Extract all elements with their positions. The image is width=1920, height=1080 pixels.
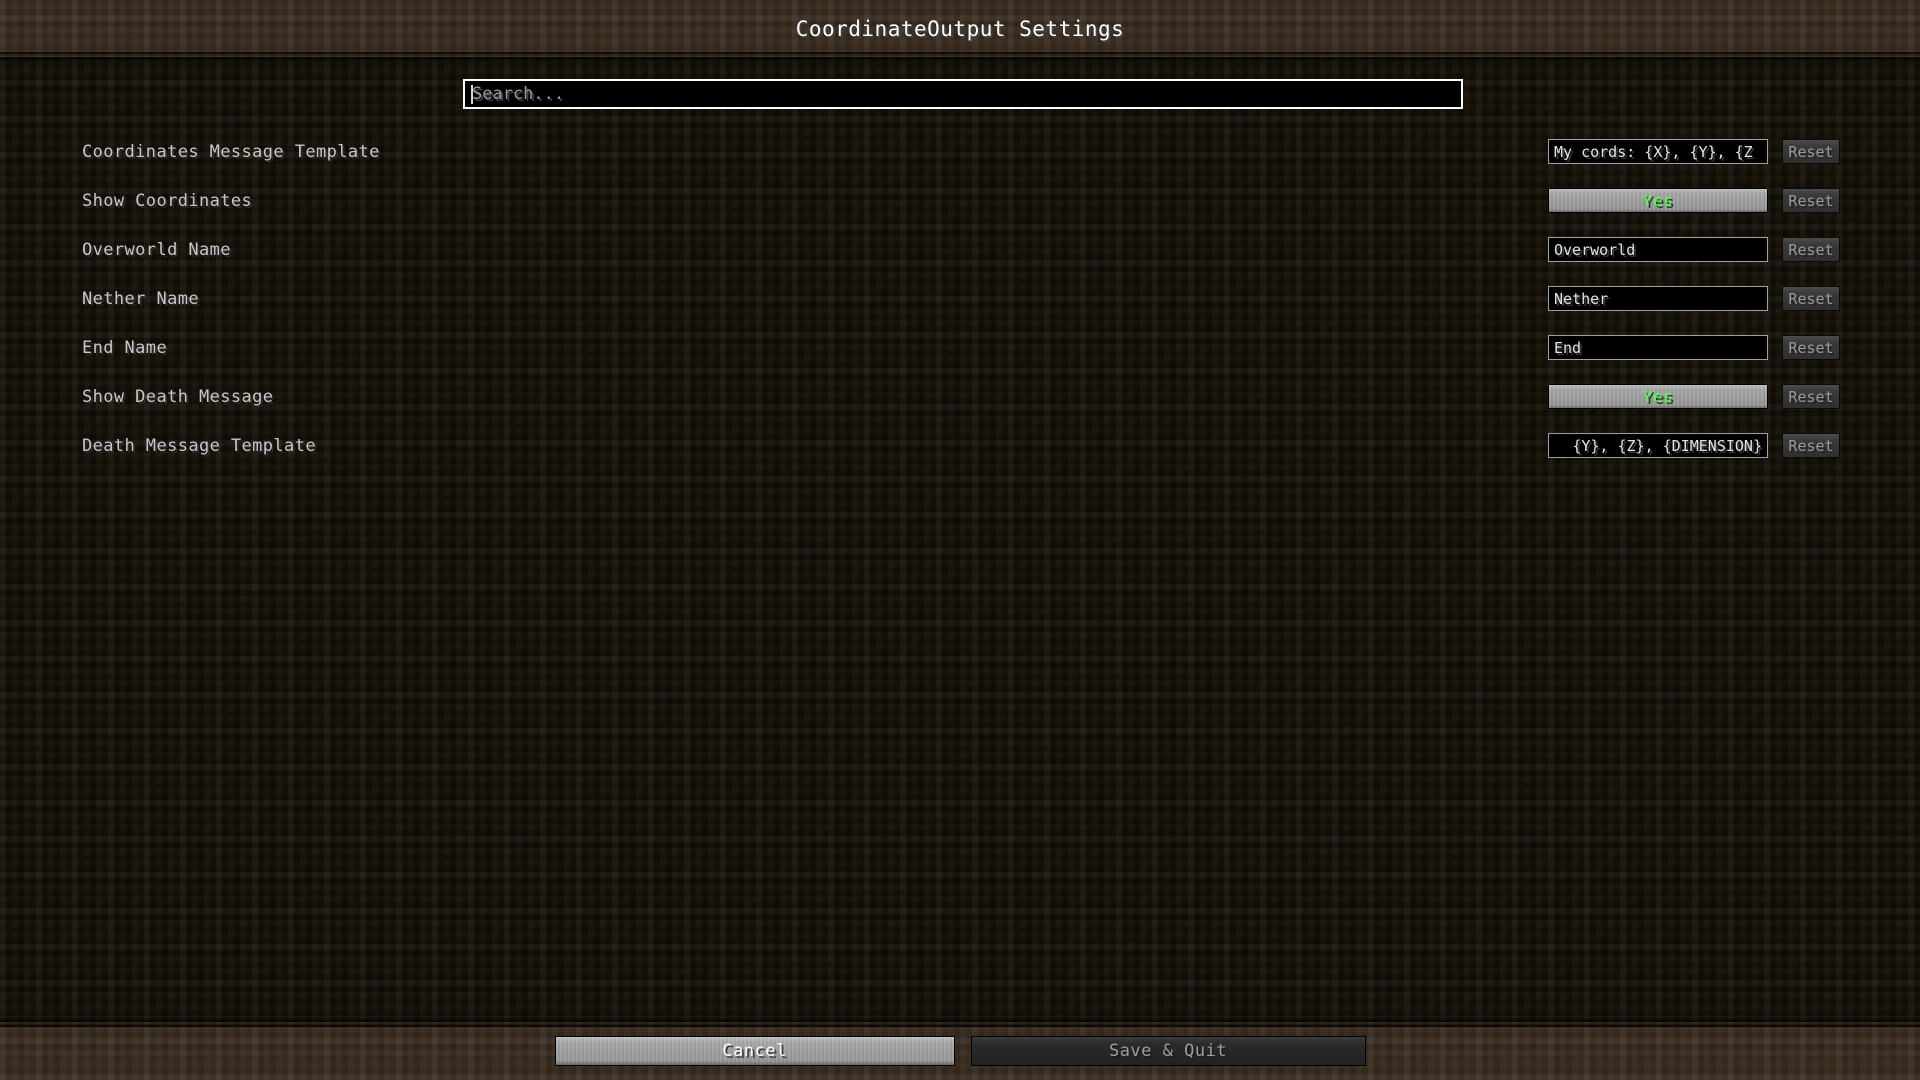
toggle-button[interactable]: Yes <box>1548 384 1768 409</box>
footer-bar: Cancel Save & Quit <box>0 1022 1920 1080</box>
reset-button[interactable]: Reset <box>1782 384 1840 409</box>
toggle-value: Yes <box>1642 191 1674 210</box>
option-row: Show Coordinates Yes Reset <box>0 188 1920 213</box>
option-control: End <box>1548 335 1768 360</box>
settings-content: Coordinates Message Template My cords: {X… <box>0 57 1920 1022</box>
page-title: CoordinateOutput Settings <box>795 16 1125 41</box>
reset-button[interactable]: Reset <box>1782 335 1840 360</box>
option-row: Coordinates Message Template My cords: {X… <box>0 139 1920 164</box>
option-label: Show Coordinates <box>82 190 253 211</box>
search-input[interactable] <box>463 79 1463 109</box>
cancel-button[interactable]: Cancel <box>554 1036 955 1066</box>
option-control: Overworld <box>1548 237 1768 262</box>
option-row: Death Message Template {Y}, {Z}, {DIMENSI… <box>0 433 1920 458</box>
option-control: Nether <box>1548 286 1768 311</box>
text-input-value: Overworld <box>1554 240 1636 259</box>
text-input-field[interactable]: End <box>1548 335 1768 360</box>
header-bar: CoordinateOutput Settings <box>0 0 1920 57</box>
reset-button[interactable]: Reset <box>1782 237 1840 262</box>
text-input-field[interactable]: Nether <box>1548 286 1768 311</box>
option-label: Show Death Message <box>82 386 274 407</box>
reset-button[interactable]: Reset <box>1782 433 1840 458</box>
text-input-field[interactable]: {Y}, {Z}, {DIMENSION} <box>1548 433 1768 458</box>
option-label: Overworld Name <box>82 239 231 260</box>
text-input-field[interactable]: Overworld <box>1548 237 1768 262</box>
text-input-value: Nether <box>1554 289 1609 308</box>
text-input-value: My cords: {X}, {Y}, {Z <box>1554 142 1753 161</box>
option-row: Nether Name Nether Reset <box>0 286 1920 311</box>
option-label: Nether Name <box>82 288 199 309</box>
option-row: End Name End Reset <box>0 335 1920 360</box>
option-control: Yes <box>1548 384 1768 409</box>
option-row: Show Death Message Yes Reset <box>0 384 1920 409</box>
search-field-wrapper <box>463 79 1463 109</box>
option-label: Coordinates Message Template <box>82 141 380 162</box>
option-control: {Y}, {Z}, {DIMENSION} <box>1548 433 1768 458</box>
text-cursor-icon <box>471 85 473 104</box>
settings-screen: CoordinateOutput Settings Coordinates Me… <box>0 0 1920 1080</box>
text-input-field[interactable]: My cords: {X}, {Y}, {Z <box>1548 139 1768 164</box>
toggle-button[interactable]: Yes <box>1548 188 1768 213</box>
reset-button[interactable]: Reset <box>1782 188 1840 213</box>
text-input-value: End <box>1554 338 1582 357</box>
option-label: End Name <box>82 337 168 358</box>
reset-button[interactable]: Reset <box>1782 139 1840 164</box>
option-control: Yes <box>1548 188 1768 213</box>
toggle-value: Yes <box>1642 387 1674 406</box>
option-control: My cords: {X}, {Y}, {Z <box>1548 139 1768 164</box>
option-row: Overworld Name Overworld Reset <box>0 237 1920 262</box>
option-label: Death Message Template <box>82 435 316 456</box>
save-and-quit-button[interactable]: Save & Quit <box>970 1036 1366 1066</box>
text-input-value: {Y}, {Z}, {DIMENSION} <box>1572 436 1762 455</box>
reset-button[interactable]: Reset <box>1782 286 1840 311</box>
